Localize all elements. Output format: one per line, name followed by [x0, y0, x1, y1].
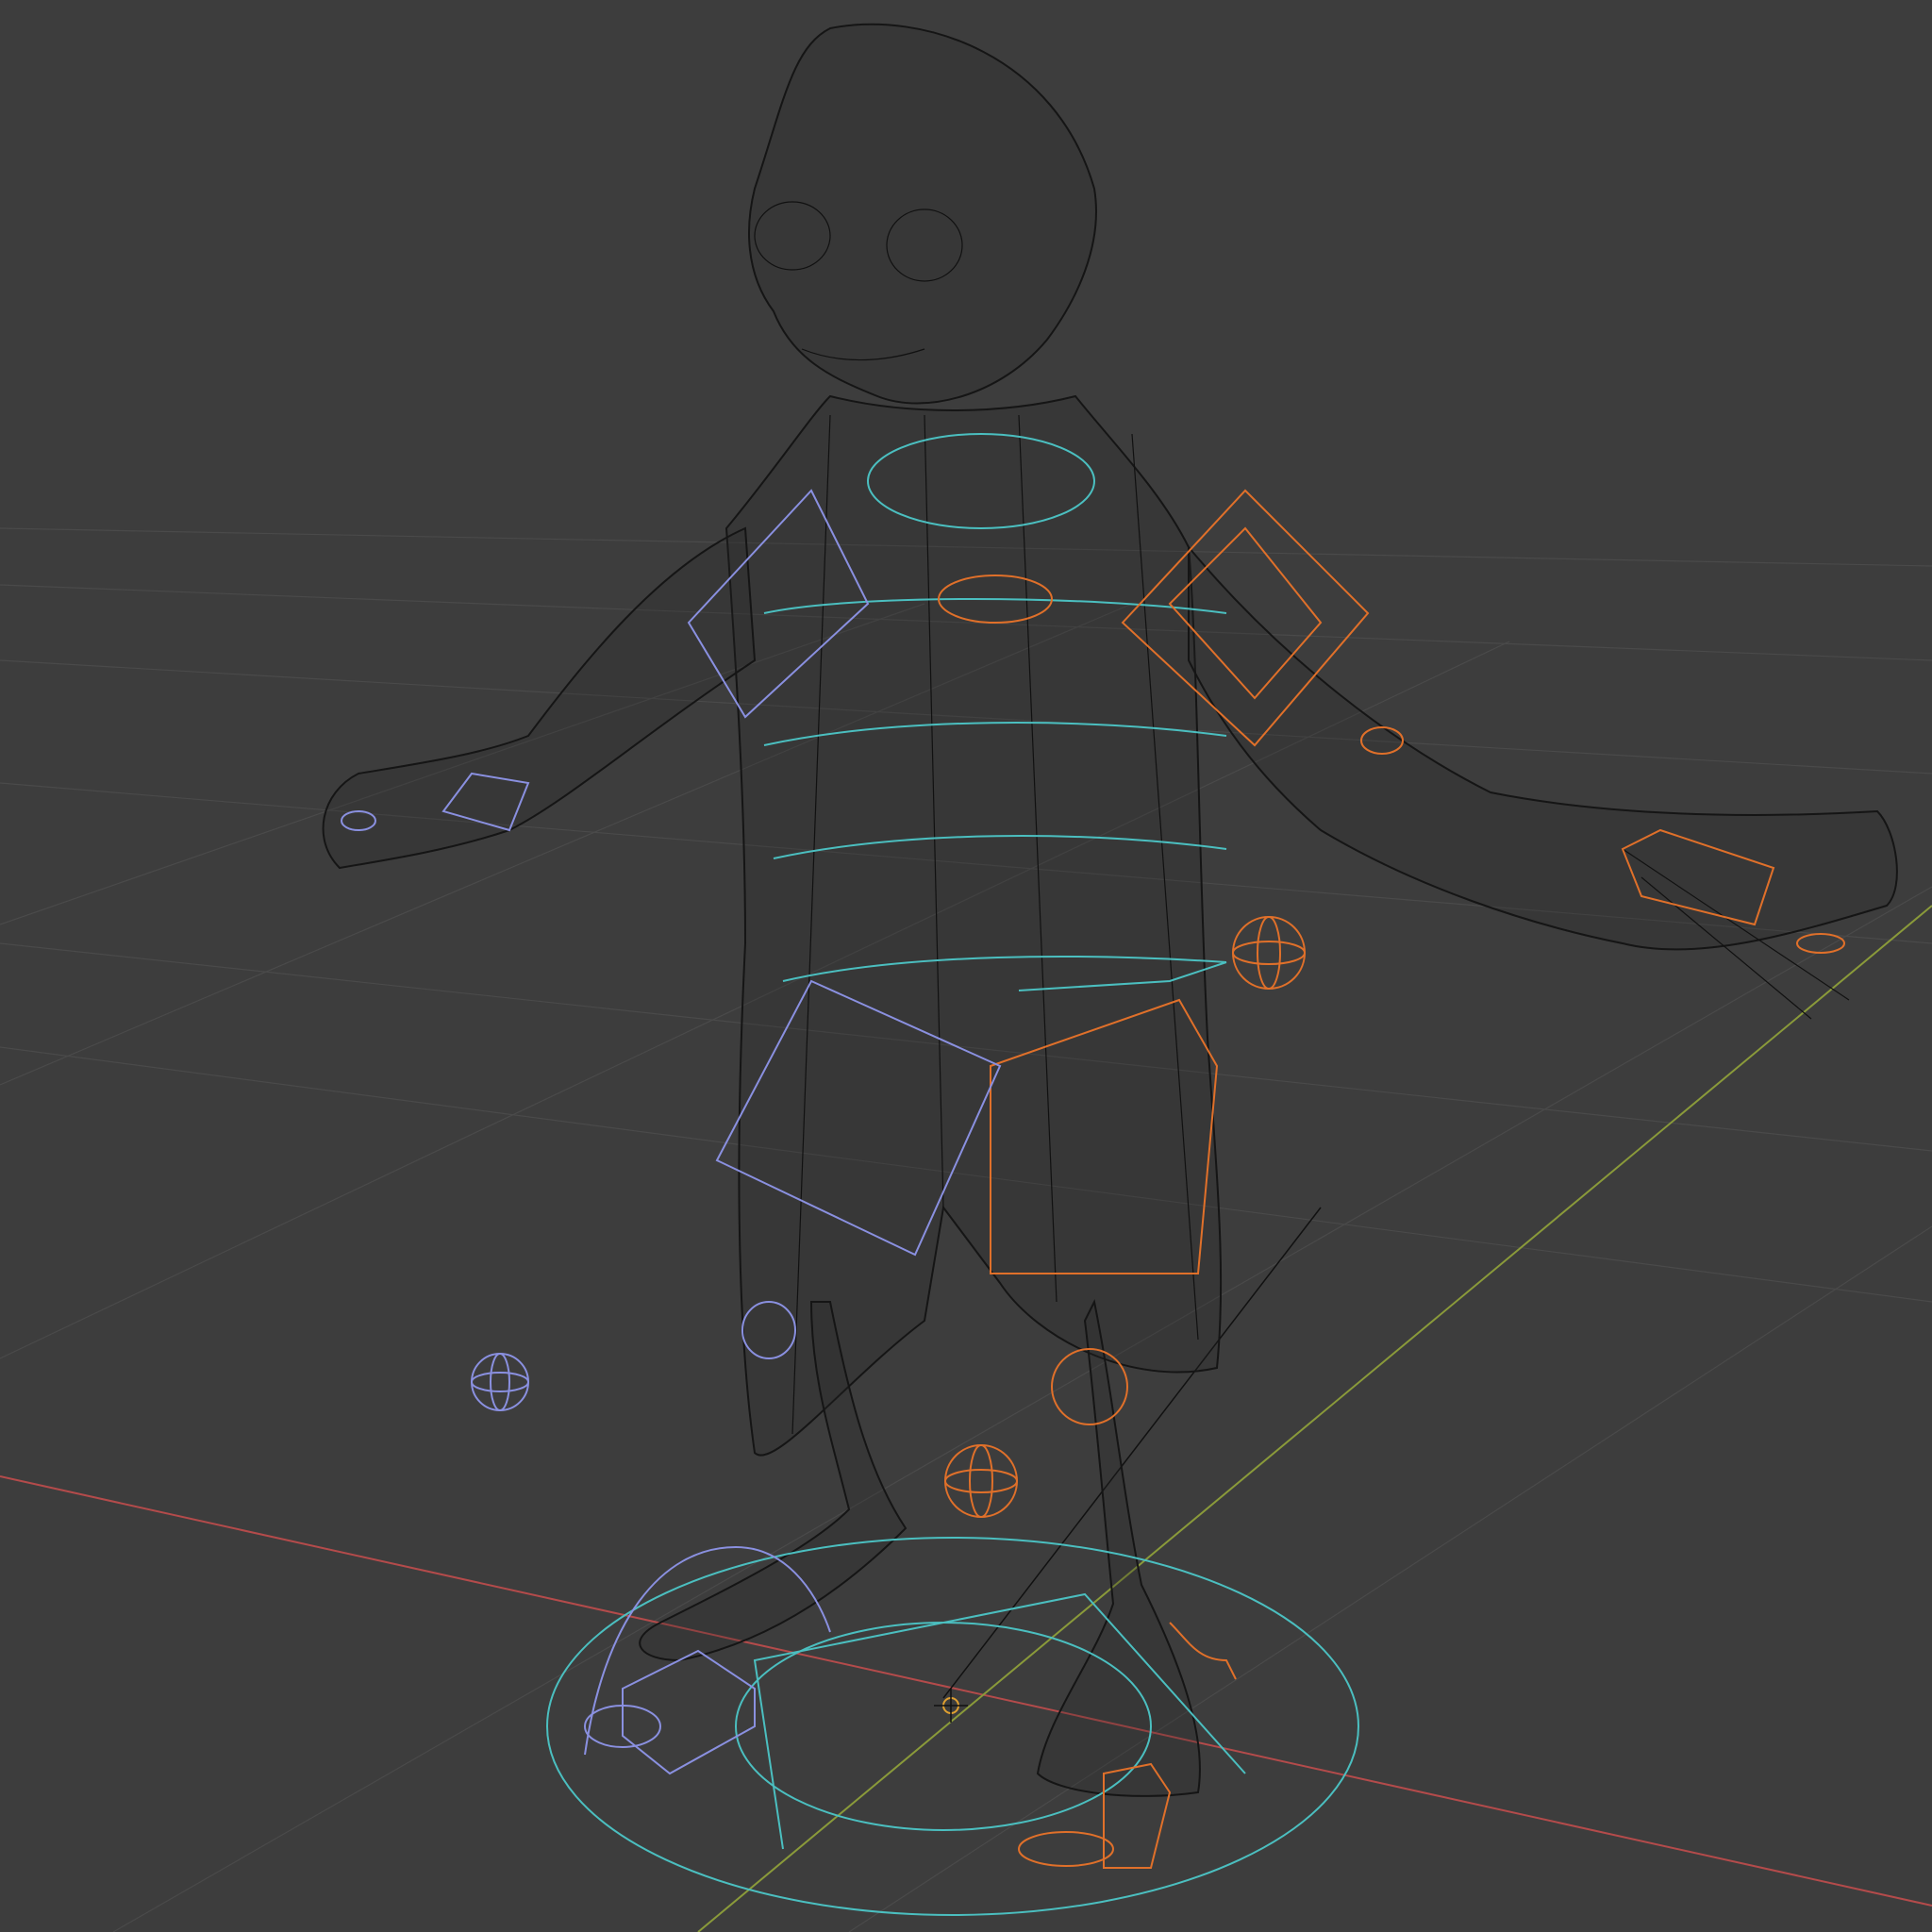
3d-viewport[interactable]	[0, 0, 1932, 1932]
left-arm-mesh	[322, 526, 757, 870]
origin-cursor-icon[interactable]	[934, 1689, 968, 1723]
character-mesh[interactable]	[322, 23, 1898, 1797]
right-leg-mesh	[1036, 1298, 1201, 1797]
right-arm-mesh	[1188, 544, 1898, 951]
sphere-control-icon[interactable]	[471, 1353, 529, 1411]
x-axis-line	[0, 1475, 1932, 1907]
sphere-control-icon[interactable]	[1232, 916, 1306, 990]
head-mesh	[748, 23, 1097, 405]
root-control[interactable]	[546, 1537, 1359, 1916]
viewport-canvas	[0, 23, 1932, 1932]
sphere-control-icon[interactable]	[944, 1444, 1018, 1518]
coat-mesh	[724, 394, 1223, 1457]
